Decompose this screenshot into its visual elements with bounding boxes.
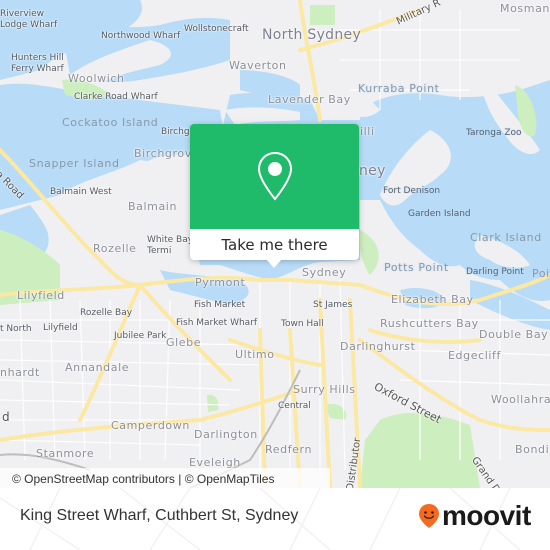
map-label-rushcutters-bay: Rushcutters Bay: [380, 317, 479, 330]
map-label-pyrmont: Pyrmont: [195, 276, 246, 289]
map-label-lilyfield-stop: Lilyfield: [43, 323, 78, 333]
map-label-mosman: Mosman: [500, 2, 550, 15]
map-label-snapper-island: Snapper Island: [29, 157, 120, 170]
map-label-taronga-zoo: Taronga Zoo: [466, 128, 522, 138]
map-label-darlinghurst: Darlinghurst: [340, 340, 416, 353]
map-label-leichhardt: nhardt: [0, 366, 40, 379]
map-label-fish-market: Fish Market: [194, 300, 246, 310]
map-label-northwood-wharf: Northwood Wharf: [101, 31, 181, 41]
map-label-woolwich: Woolwich: [68, 72, 125, 85]
map-label-garden-island: Garden Island: [408, 209, 471, 219]
map-label-fort-denison: Fort Denison: [383, 186, 441, 196]
map-label-point-piper: Poi: [532, 267, 550, 280]
map-label-birchgrove-wharf: Birchg: [161, 127, 190, 137]
moovit-logo[interactable]: moovit: [418, 502, 531, 530]
map-label-jubilee-park: Jubilee Park: [114, 331, 167, 341]
map-label-balmain-west: Balmain West: [50, 187, 112, 197]
popup-header: [190, 124, 359, 229]
map-label-sydney-harbour: ney: [359, 163, 386, 179]
map-label-riverview-wharf: Riverview Lodge Wharf: [0, 9, 58, 30]
map-label-north-sydney: North Sydney: [262, 27, 362, 43]
map-label-bondi-junction: Bondi J: [515, 443, 550, 456]
map-label-lilyfield: Lilyfield: [17, 289, 65, 302]
map-label-glebe: Glebe: [166, 336, 202, 349]
map-label-hunters-hill-wharf: Hunters Hill Ferry Wharf: [11, 53, 64, 74]
popup-pointer: [266, 259, 282, 268]
map-label-central: Central: [278, 401, 311, 411]
map-label-redfern: Redfern: [265, 443, 313, 456]
map-label-camperdown: Camperdown: [111, 419, 190, 432]
map-label-elizabeth-bay: Elizabeth Bay: [391, 293, 474, 306]
map-label-potts-point: Potts Point: [384, 261, 449, 274]
map-label-white-bay-terminal: White Bay Termi: [147, 235, 194, 256]
moovit-wordmark: moovit: [442, 500, 531, 531]
map-label-town-hall: Town Hall: [281, 319, 324, 329]
map-label-double-bay: Double Bay: [479, 328, 549, 341]
map-label-fish-market-wharf: Fish Market Wharf: [176, 318, 258, 328]
destination-popup: Take me there: [190, 124, 359, 268]
map-label-ultimo: Ultimo: [235, 348, 275, 361]
map-label-stanmore: Stanmore: [36, 447, 95, 460]
map-label-edgecliff: Edgecliff: [448, 349, 501, 362]
map-label-clark-island: Clark Island: [470, 231, 542, 244]
map-label-lavender-bay: Lavender Bay: [268, 93, 351, 106]
map-label-wollstonecraft: Wollstonecraft: [184, 24, 249, 34]
map-label-woollahra: Woollahra: [491, 393, 550, 406]
map-label-waverton: Waverton: [229, 59, 287, 72]
place-name: King Street Wharf, Cuthbert St, Sydney: [20, 507, 299, 524]
map-canvas[interactable]: Riverview Lodge Wharf Northwood Wharf Wo…: [0, 0, 550, 488]
map-label-sydney: Sydney: [302, 266, 347, 279]
map-label-rozelle-bay: Rozelle Bay: [80, 308, 133, 318]
map-label-balmain: Balmain: [128, 200, 178, 213]
map-label-parramatta-road: d: [2, 410, 10, 424]
map-label-darlington: Darlington: [194, 428, 258, 441]
map-pin-icon: [257, 151, 292, 201]
map-label-darling-point: Darling Point: [466, 267, 524, 277]
map-label-port-north: t North: [0, 324, 32, 334]
map-label-clarke-road-wharf: Clarke Road Wharf: [74, 92, 158, 102]
map-label-rozelle: Rozelle: [93, 242, 137, 255]
take-me-there-button[interactable]: Take me there: [190, 229, 359, 260]
map-label-milsons: illi: [360, 125, 375, 138]
map-label-kurraba-point: Kurraba Point: [358, 82, 440, 95]
map-label-surry-hills: Surry Hills: [293, 383, 356, 396]
moovit-pin-icon: [419, 504, 439, 528]
footer-bar: King Street Wharf, Cuthbert St, Sydney m…: [0, 488, 550, 550]
map-label-cockatoo-island: Cockatoo Island: [62, 116, 159, 129]
map-attribution[interactable]: © OpenStreetMap contributors | © OpenMap…: [0, 468, 330, 488]
map-label-annandale: Annandale: [65, 361, 130, 374]
map-label-st-james: St James: [313, 300, 353, 310]
